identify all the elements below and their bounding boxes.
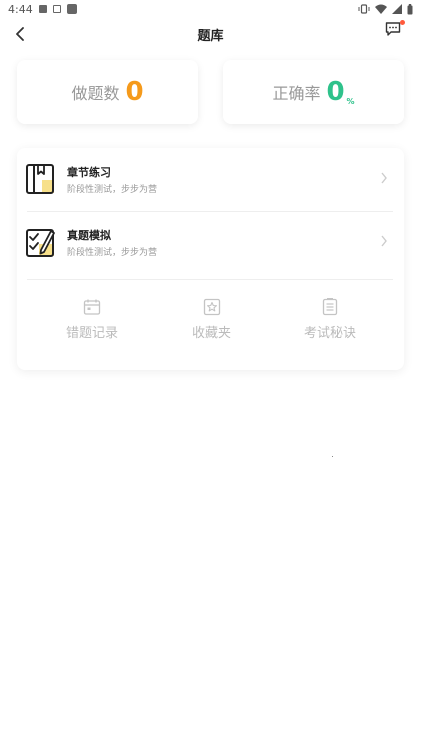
status-right (358, 3, 413, 15)
chapter-practice-item[interactable]: 章节练习 阶段性测试，步步为营 (17, 148, 404, 210)
message-button[interactable] (385, 20, 405, 39)
chevron-right-icon (381, 235, 387, 247)
vibrate-icon (358, 4, 370, 14)
calendar-icon (83, 299, 101, 315)
unread-dot (400, 20, 405, 25)
signal-icon (392, 4, 402, 14)
accuracy-card[interactable]: 正确率 0 % (223, 60, 404, 124)
notification-icon (38, 5, 47, 13)
wrong-questions-label: 错题记录 (65, 326, 118, 341)
stray-pixel (332, 456, 333, 457)
star-box-icon (203, 298, 220, 316)
exam-tips-label: 考试秘诀 (303, 326, 356, 341)
practice-card: 章节练习 阶段性测试，步步为营 真题模拟 阶段性测试，步步为营 错题记录 收藏夹… (17, 148, 404, 370)
status-time: 4:44 (8, 2, 33, 16)
done-count-card[interactable]: 做题数 0 (17, 60, 198, 124)
wrong-questions-button[interactable]: 错题记录 (17, 298, 167, 348)
chapter-practice-title: 章节练习 (67, 166, 111, 179)
page-title: 题库 (197, 29, 224, 44)
tool-row: 错题记录 收藏夹 考试秘诀 (17, 298, 404, 348)
book-icon (26, 164, 54, 194)
accuracy-unit: % (346, 97, 355, 106)
favorites-button[interactable]: 收藏夹 (167, 298, 256, 348)
mock-exam-title: 真题模拟 (67, 229, 111, 242)
mock-exam-item[interactable]: 真题模拟 阶段性测试，步步为营 (17, 211, 404, 273)
nav-bar: 题库 (0, 18, 421, 48)
document-icon (322, 298, 338, 316)
mock-exam-desc: 阶段性测试，步步为营 (67, 248, 158, 258)
accuracy-value: 0 (326, 77, 345, 107)
done-count-label: 做题数 (71, 84, 120, 103)
notification-icon (52, 5, 61, 13)
favorites-label: 收藏夹 (191, 326, 231, 341)
done-count-value: 0 (125, 77, 144, 107)
status-left: 4:44 (8, 3, 77, 16)
wifi-icon (375, 4, 387, 14)
chat-bubble-icon (385, 22, 401, 36)
chapter-practice-desc: 阶段性测试，步步为营 (67, 185, 158, 195)
status-bar: 4:44 (0, 0, 421, 18)
chevron-right-icon (381, 172, 387, 184)
divider (27, 279, 393, 280)
battery-icon (407, 3, 413, 14)
checklist-pencil-icon (26, 229, 55, 257)
app-notification-icon (66, 4, 77, 14)
exam-tips-button[interactable]: 考试秘诀 (256, 298, 404, 348)
accuracy-label: 正确率 (272, 84, 321, 103)
